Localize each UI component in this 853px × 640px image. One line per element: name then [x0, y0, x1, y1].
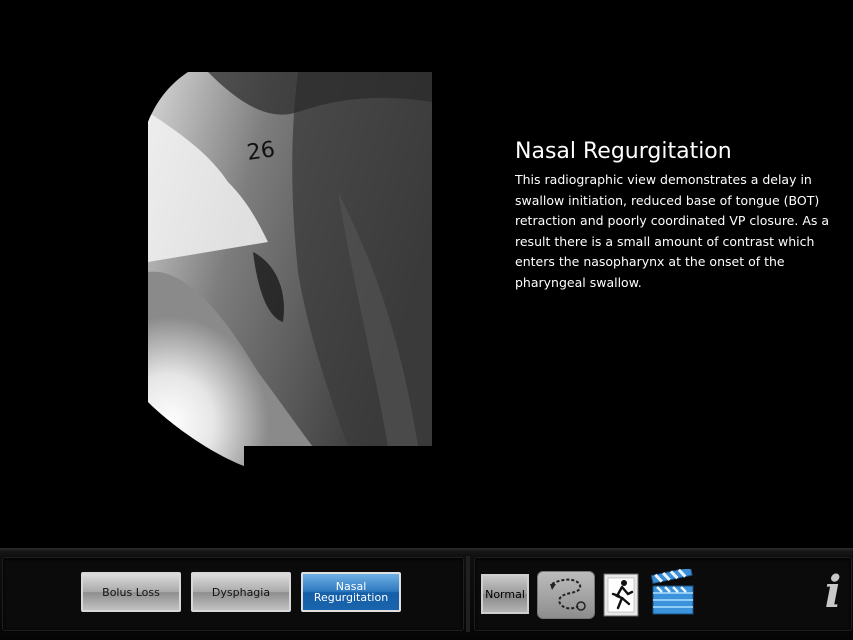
- main-stage: 26 Nasal Regurgitation This radiographic…: [0, 0, 853, 548]
- info-description: This radiographic view demonstrates a de…: [515, 172, 830, 290]
- tab-nasal-regurgitation-label: Nasal Regurgitation: [314, 581, 388, 603]
- xray-marker-label: 26: [245, 137, 276, 166]
- xray-image: 26: [148, 72, 432, 466]
- tab-nasal-regurgitation-line2: Regurgitation: [313, 591, 389, 604]
- tab-dysphagia[interactable]: Dysphagia: [191, 572, 291, 612]
- toolbar-divider: [466, 556, 470, 632]
- info-title: Nasal Regurgitation: [515, 139, 732, 164]
- info-icon: i: [824, 567, 842, 618]
- normal-button-label: Normal: [485, 587, 525, 601]
- normal-button[interactable]: Normal: [481, 574, 529, 614]
- runner-icon: [603, 573, 639, 617]
- swallow-path-icon: [550, 578, 586, 611]
- info-panel: Nasal Regurgitation This radiographic vi…: [515, 138, 833, 294]
- info-button[interactable]: i: [818, 568, 848, 618]
- clapperboard-icon: [650, 566, 694, 615]
- swallow-path-button[interactable]: [537, 571, 595, 619]
- tab-bolus-loss[interactable]: Bolus Loss: [81, 572, 181, 612]
- runner-button[interactable]: [602, 572, 640, 618]
- tab-bolus-loss-label: Bolus Loss: [102, 585, 160, 599]
- tab-dysphagia-label: Dysphagia: [211, 585, 271, 599]
- tab-nasal-regurgitation[interactable]: Nasal Regurgitation: [301, 572, 401, 612]
- toolbar-top-edge: [0, 548, 853, 552]
- video-button[interactable]: [649, 566, 697, 617]
